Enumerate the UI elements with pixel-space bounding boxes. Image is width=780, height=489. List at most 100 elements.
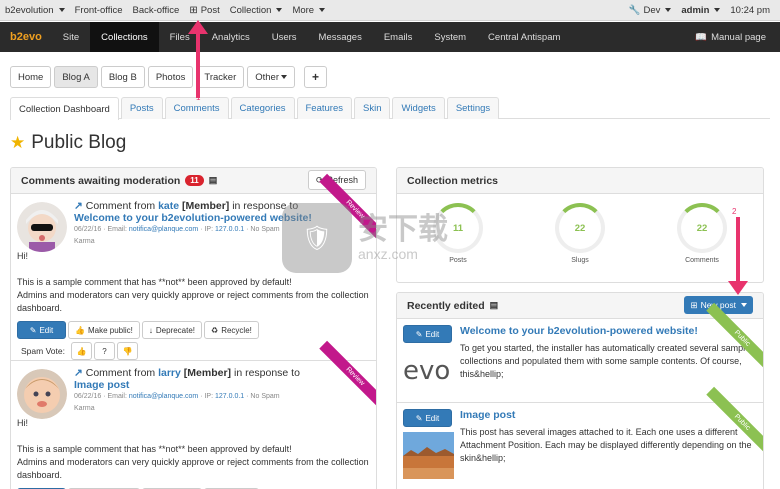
comment-post-link[interactable]: Image post (74, 379, 129, 391)
add-collection-button[interactable]: + (304, 66, 328, 88)
nav-system[interactable]: System (423, 22, 477, 52)
metrics-panel-header: Collection metrics (397, 168, 763, 194)
tab-skin[interactable]: Skin (354, 97, 391, 119)
avatar (17, 369, 67, 419)
dev-menu[interactable]: 🔧 Dev (624, 5, 677, 16)
comment-title: ↗ Comment from larry [Member] in respons… (74, 367, 300, 379)
comment-email-link[interactable]: notifica@planque.com (129, 393, 198, 400)
recent-panel: Recently edited ▤ ⊞ New post Public ✎ Edit… (396, 292, 764, 489)
recycle-button[interactable]: ♻Recycle! (204, 321, 259, 339)
edit-button[interactable]: ✎Edit (403, 409, 452, 427)
spam-vote-unsure-button[interactable]: ? (93, 342, 115, 360)
pencil-icon: ✎ (415, 329, 423, 339)
caret-down-icon (276, 8, 283, 12)
comment-ip-link[interactable]: 127.0.0.1 (215, 393, 244, 400)
nav-collections[interactable]: Collections (90, 22, 159, 52)
recent-post-excerpt: This post has several images attached to… (460, 427, 752, 463)
admin-toolbar: b2evolution Front-office Back-office ⊞ Po… (0, 0, 780, 21)
metric-slugs[interactable]: 22 Slugs (555, 203, 605, 264)
make-public-button[interactable]: 👍Make public! (68, 321, 140, 339)
caret-down-icon (665, 8, 672, 12)
edit-button[interactable]: ✎Edit (17, 321, 66, 339)
wrench-icon: 🔧 (628, 4, 641, 16)
post-link[interactable]: ⊞ Post (184, 5, 224, 16)
comment-meta: 06/22/16 · Email: notifica@planque.com ·… (74, 393, 280, 400)
tab-categories[interactable]: Categories (230, 97, 295, 119)
collection-home[interactable]: Home (10, 66, 52, 88)
post-thumbnail (403, 432, 454, 479)
nav-analytics[interactable]: Analytics (201, 22, 261, 52)
arrow-down-icon: ↓ (148, 325, 153, 335)
recent-post-excerpt: To get you started, the installer has au… (460, 343, 751, 379)
nav-central-antispam[interactable]: Central Antispam (477, 22, 571, 52)
back-office-link[interactable]: Back-office (127, 5, 184, 16)
user-menu[interactable]: admin (676, 5, 725, 16)
nav-files[interactable]: Files (159, 22, 201, 52)
nav-users[interactable]: Users (261, 22, 308, 52)
caret-down-icon (714, 8, 721, 12)
book-icon: ▤ (208, 175, 218, 185)
comment-author-link[interactable]: larry (158, 367, 181, 379)
recent-post-title[interactable]: Welcome to your b2evolution-powered webs… (460, 325, 757, 338)
metric-posts[interactable]: 11 Posts (433, 203, 483, 264)
collection-blog-a[interactable]: Blog A (54, 66, 98, 88)
recent-post-title[interactable]: Image post (460, 409, 757, 422)
nav-brand[interactable]: b2evo (0, 31, 52, 43)
tab-widgets[interactable]: Widgets (392, 97, 445, 119)
front-office-link[interactable]: Front-office (70, 5, 128, 16)
metric-comments[interactable]: 22 Comments (677, 203, 727, 264)
edit-button[interactable]: ✎Edit (403, 325, 452, 343)
plus-square-icon: ⊞ (189, 4, 198, 16)
collection-blog-b[interactable]: Blog B (100, 66, 145, 88)
metrics-panel: Collection metrics 11 Posts 22 Slugs 22 Com… (396, 167, 764, 283)
external-link-icon: ↗ (74, 367, 83, 379)
avatar (17, 202, 67, 252)
collection-menu[interactable]: Collection (225, 5, 288, 16)
brand-menu[interactable]: b2evolution (0, 5, 70, 16)
comment-karma: Karma (74, 238, 95, 245)
comments-panel: Comments awaiting moderation 11 ▤ ⟳Refre… (10, 167, 377, 489)
thumbs-up-icon: 👍 (75, 325, 85, 335)
tab-dashboard[interactable]: Collection Dashboard (10, 97, 119, 120)
question-icon: ? (102, 346, 107, 356)
nav-messages[interactable]: Messages (308, 22, 373, 52)
comment-author-link[interactable]: kate (158, 200, 179, 212)
more-menu[interactable]: More (287, 5, 330, 16)
comment-email-link[interactable]: notifica@planque.com (129, 226, 198, 233)
clock: 10:24 pm (730, 4, 770, 16)
collection-tabs: Collection Dashboard Posts Comments Cate… (10, 97, 770, 120)
external-link-icon: ↗ (74, 200, 83, 212)
page-title: ★ Public Blog (10, 132, 127, 153)
star-icon[interactable]: ★ (10, 133, 25, 153)
spam-vote: Spam Vote: 👍 ? 👎 (17, 342, 370, 360)
tab-features[interactable]: Features (296, 97, 352, 119)
thumbs-down-icon: 👎 (122, 346, 133, 356)
tab-settings[interactable]: Settings (446, 97, 500, 119)
spam-vote-spam-button[interactable]: 👎 (116, 342, 138, 360)
comment-meta: 06/22/16 · Email: notifica@planque.com ·… (74, 226, 280, 233)
comments-count-badge: 11 (185, 175, 204, 186)
collection-photos[interactable]: Photos (147, 66, 194, 88)
annotation-label-2: 2 (732, 207, 737, 216)
comment-body: Hi! This is a sample comment that has **… (17, 418, 369, 480)
recent-post-item: Public ✎ Edit Image post This post has se… (397, 386, 763, 487)
metric-ring: 22 (555, 203, 605, 253)
spam-vote-ok-button[interactable]: 👍 (70, 342, 92, 360)
annotation-label-1: 1 (196, 93, 201, 102)
comment-title: ↗ Comment from kate [Member] in response… (74, 200, 299, 212)
comment-karma: Karma (74, 405, 95, 412)
nav-site[interactable]: Site (52, 22, 90, 52)
manual-page-link[interactable]: 📖 Manual page (695, 32, 780, 43)
collection-tracker[interactable]: Tracker (196, 66, 245, 88)
main-nav: b2evo Site Collections Files Analytics U… (0, 22, 780, 52)
collection-selector: Home Blog A Blog B Photos Tracker Other … (10, 66, 328, 88)
pencil-icon: ✎ (415, 413, 423, 423)
comment-item: Review ↗ Comment from kate [Member] in r… (11, 173, 376, 360)
comment-ip-link[interactable]: 127.0.0.1 (215, 226, 244, 233)
collection-other[interactable]: Other (247, 66, 296, 88)
tab-posts[interactable]: Posts (120, 97, 163, 119)
deprecate-button[interactable]: ↓Deprecate! (141, 321, 203, 339)
nav-emails[interactable]: Emails (373, 22, 424, 52)
post-thumbnail: evo (403, 356, 451, 386)
comment-post-link[interactable]: Welcome to your b2evolution-powered webs… (74, 212, 312, 224)
